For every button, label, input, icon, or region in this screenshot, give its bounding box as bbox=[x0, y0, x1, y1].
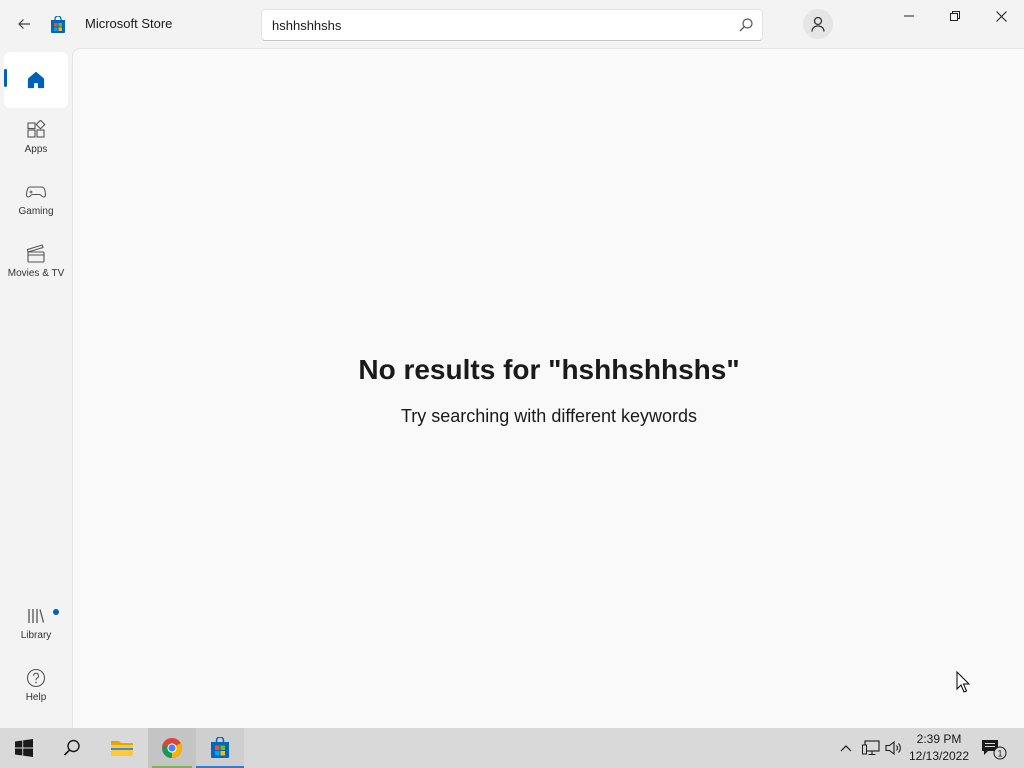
apps-icon bbox=[27, 120, 46, 138]
restore-button[interactable] bbox=[932, 0, 978, 32]
app-title: Microsoft Store bbox=[85, 16, 173, 31]
sidebar-item-home[interactable] bbox=[4, 52, 68, 108]
chevron-up-icon bbox=[840, 745, 852, 752]
clock-date: 12/13/2022 bbox=[908, 749, 970, 763]
close-icon bbox=[995, 10, 1007, 22]
notification-count: 1 bbox=[997, 749, 1002, 759]
notification-center-button[interactable]: 1 bbox=[980, 738, 1008, 760]
sidebar-item-label: Apps bbox=[24, 144, 48, 155]
sidebar-item-label: Library bbox=[20, 630, 52, 641]
microsoft-store-icon bbox=[211, 737, 229, 758]
profile-button[interactable] bbox=[803, 9, 833, 39]
sidebar-item-help[interactable]: Help bbox=[4, 668, 68, 703]
sidebar-item-label: Help bbox=[25, 692, 47, 703]
selection-indicator bbox=[4, 69, 7, 87]
network-button[interactable] bbox=[861, 738, 881, 758]
no-results-subtitle: Try searching with different keywords bbox=[400, 406, 698, 426]
chrome-icon bbox=[162, 738, 183, 759]
no-results-title: No results for "hshhshhshs" bbox=[358, 354, 740, 385]
close-button[interactable] bbox=[978, 0, 1024, 32]
file-explorer-button[interactable] bbox=[98, 728, 146, 768]
mouse-cursor-icon bbox=[956, 671, 970, 693]
sidebar: Apps Gaming Movies & TV Library Help bbox=[0, 48, 72, 728]
start-button[interactable] bbox=[0, 728, 48, 768]
title-bar: Microsoft Store bbox=[0, 0, 1024, 48]
network-icon bbox=[862, 740, 880, 756]
sidebar-item-library[interactable]: Library bbox=[4, 606, 68, 641]
taskbar-clock[interactable]: 2:39 PM 12/13/2022 bbox=[906, 731, 972, 765]
search-input[interactable] bbox=[272, 10, 722, 40]
search-icon bbox=[63, 739, 80, 756]
person-icon bbox=[811, 16, 825, 32]
home-icon bbox=[27, 71, 45, 89]
folder-icon bbox=[111, 741, 133, 756]
clock-time: 2:39 PM bbox=[916, 732, 962, 746]
restore-icon bbox=[950, 11, 960, 21]
clapperboard-icon bbox=[26, 244, 45, 263]
help-icon bbox=[26, 668, 46, 688]
windows-logo-icon bbox=[15, 739, 33, 757]
gamepad-icon bbox=[25, 186, 47, 198]
sidebar-item-gaming[interactable]: Gaming bbox=[4, 182, 68, 217]
show-hidden-icons-button[interactable] bbox=[836, 738, 856, 758]
minimize-button[interactable] bbox=[886, 0, 932, 32]
microsoft-store-logo-icon bbox=[51, 16, 65, 33]
back-button[interactable] bbox=[12, 12, 36, 36]
speaker-icon bbox=[885, 740, 901, 756]
store-taskbar-button[interactable] bbox=[196, 728, 244, 768]
search-icon[interactable] bbox=[738, 17, 754, 33]
taskbar-search-button[interactable] bbox=[48, 728, 96, 768]
library-icon bbox=[28, 609, 45, 623]
minimize-icon bbox=[904, 15, 914, 17]
taskbar: 2:39 PM 12/13/2022 1 bbox=[0, 728, 1024, 768]
main-content: No results for "hshhshhshs" Try searchin… bbox=[72, 48, 1024, 728]
volume-button[interactable] bbox=[884, 738, 904, 758]
notification-icon: 1 bbox=[982, 740, 1007, 760]
sidebar-item-movies-tv[interactable]: Movies & TV bbox=[4, 244, 68, 279]
search-box[interactable] bbox=[261, 9, 763, 41]
sidebar-item-label: Movies & TV bbox=[7, 268, 65, 279]
sidebar-item-apps[interactable]: Apps bbox=[4, 120, 68, 155]
arrow-left-icon bbox=[18, 19, 30, 29]
update-badge-dot bbox=[53, 609, 59, 615]
sidebar-item-label: Gaming bbox=[18, 206, 54, 217]
chrome-button[interactable] bbox=[148, 728, 196, 768]
